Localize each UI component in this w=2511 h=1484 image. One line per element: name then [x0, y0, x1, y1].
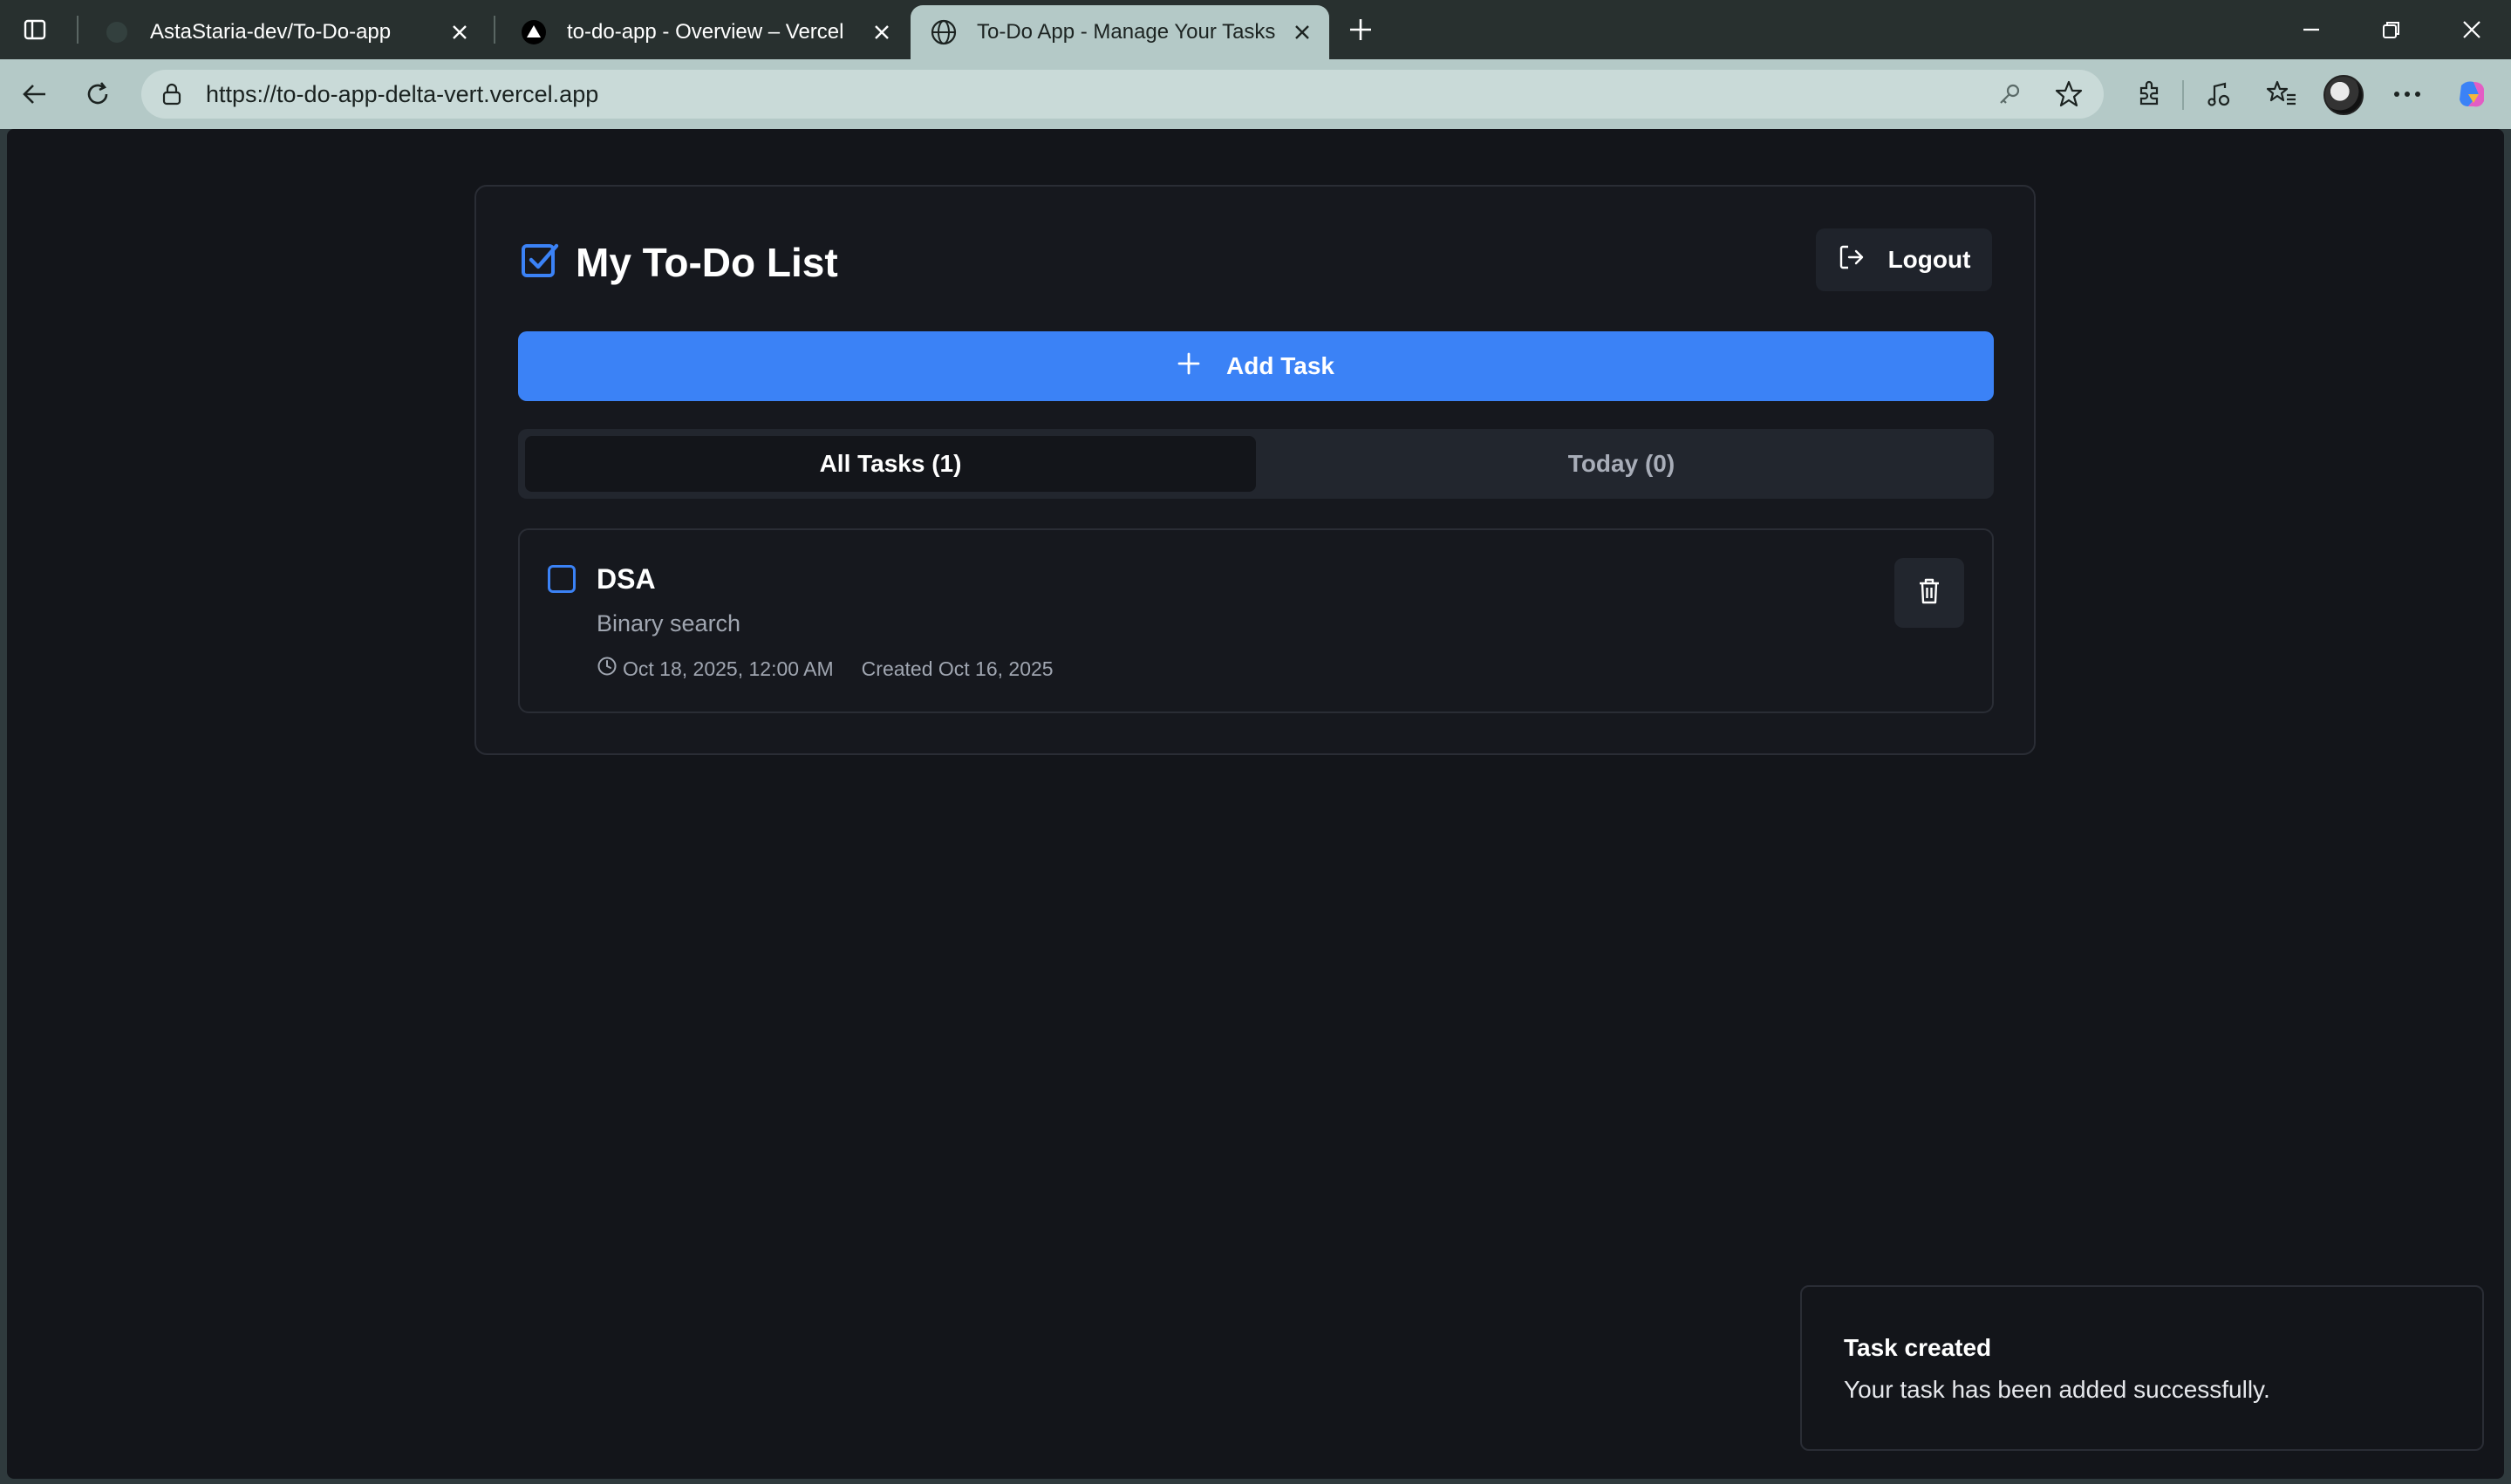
add-task-label: Add Task — [1226, 352, 1334, 379]
url-text: https://to-do-app-delta-vert.vercel.app — [206, 80, 599, 107]
browser-tab-github[interactable]: AstaStaria-dev/To-Do-app — [84, 5, 487, 59]
toast-notification[interactable]: Task created Your task has been added su… — [1800, 1285, 2484, 1451]
page-title: My To-Do List — [576, 240, 838, 285]
toast-message: Your task has been added successfully. — [1844, 1376, 2270, 1403]
tab-title: AstaStaria-dev/To-Do-app — [150, 20, 392, 44]
more-options-icon[interactable] — [2386, 73, 2428, 115]
checkbox-checked-icon — [520, 241, 560, 285]
window-close-icon[interactable] — [2453, 10, 2491, 49]
task-created-date: Created Oct 16, 2025 — [861, 657, 1054, 680]
globe-icon — [930, 18, 958, 46]
extensions-icon[interactable] — [2128, 73, 2170, 115]
favorites-icon[interactable] — [2261, 73, 2303, 115]
task-due-date: Oct 18, 2025, 12:00 AM — [623, 657, 834, 680]
task-due: Oct 18, 2025, 12:00 AM — [597, 656, 834, 682]
tab-today[interactable]: Today (0) — [1256, 436, 1987, 492]
logout-label: Logout — [1887, 246, 1971, 273]
todo-card: My To-Do List Logout Add Task All Tasks … — [474, 185, 2036, 755]
toolbar-separator — [2182, 80, 2184, 110]
tab-divider — [494, 16, 495, 44]
toast-title: Task created — [1844, 1334, 1992, 1361]
task-filter-tabs: All Tasks (1) Today (0) — [518, 429, 1994, 499]
browser-tab-vercel[interactable]: to-do-app - Overview – Vercel — [501, 5, 909, 59]
add-task-button[interactable]: Add Task — [518, 331, 1994, 401]
media-control-icon[interactable] — [2198, 73, 2240, 115]
app-header: My To-Do List — [520, 239, 838, 286]
clock-icon — [597, 656, 618, 682]
plus-icon — [1177, 352, 1200, 381]
logout-icon — [1838, 243, 1866, 277]
github-icon — [103, 18, 131, 46]
lock-icon[interactable] — [157, 79, 187, 109]
close-icon[interactable] — [869, 19, 895, 45]
new-tab-icon[interactable] — [1341, 10, 1380, 49]
tab-all-tasks[interactable]: All Tasks (1) — [525, 436, 1256, 492]
copilot-icon[interactable] — [2451, 73, 2493, 115]
page-viewport: My To-Do List Logout Add Task All Tasks … — [7, 129, 2504, 1479]
trash-icon — [1916, 577, 1942, 609]
tab-title: to-do-app - Overview – Vercel — [567, 20, 844, 44]
tab-divider — [77, 16, 78, 44]
task-complete-checkbox[interactable] — [548, 565, 576, 593]
refresh-icon[interactable] — [78, 75, 117, 113]
close-icon[interactable] — [1289, 19, 1315, 45]
task-item: DSA Binary search Oct 18, 2025, 12:00 AM… — [518, 528, 1994, 713]
browser-tab-bar: AstaStaria-dev/To-Do-app to-do-app - Ove… — [0, 0, 2511, 59]
logout-button[interactable]: Logout — [1816, 228, 1992, 291]
close-icon[interactable] — [447, 19, 473, 45]
key-icon[interactable] — [1994, 78, 2025, 110]
tab-title: To-Do App - Manage Your Tasks — [977, 20, 1276, 44]
vercel-icon — [520, 18, 548, 46]
avatar[interactable] — [2323, 75, 2364, 115]
delete-task-button[interactable] — [1894, 558, 1964, 628]
address-bar[interactable]: https://to-do-app-delta-vert.vercel.app — [141, 70, 2104, 119]
sidebar-toggle-icon[interactable] — [16, 12, 54, 47]
task-title: DSA — [597, 563, 656, 595]
back-arrow-icon[interactable] — [16, 75, 54, 113]
browser-toolbar: https://to-do-app-delta-vert.vercel.app — [0, 59, 2511, 129]
task-meta: Oct 18, 2025, 12:00 AM Created Oct 16, 2… — [597, 656, 1054, 682]
restore-icon[interactable] — [2372, 10, 2411, 49]
favorite-star-icon[interactable] — [2053, 78, 2085, 110]
minimize-icon[interactable] — [2292, 10, 2330, 49]
browser-tab-todo[interactable]: To-Do App - Manage Your Tasks — [911, 5, 1329, 59]
task-description: Binary search — [597, 610, 741, 636]
